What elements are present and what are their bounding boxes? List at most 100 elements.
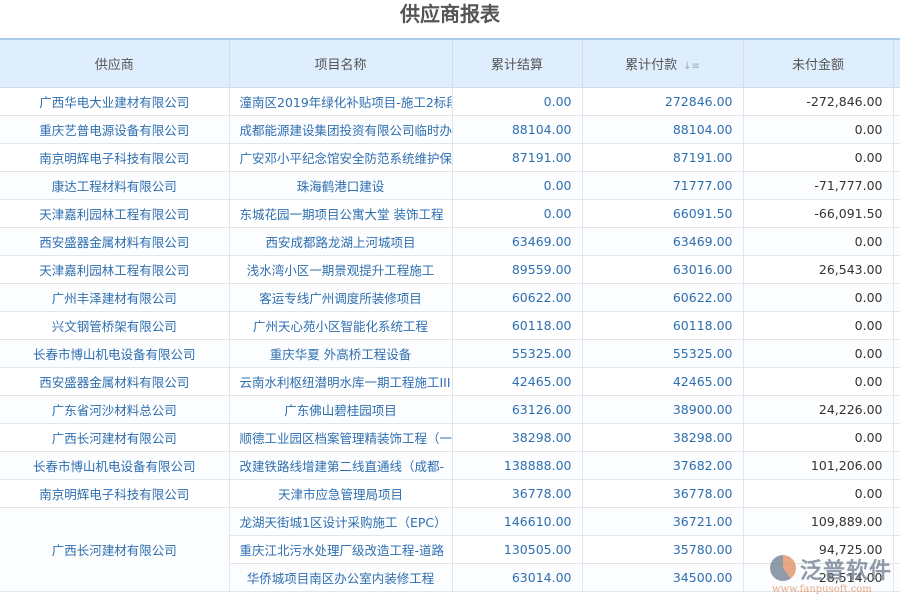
paid-cell: 63016.00 — [582, 256, 743, 284]
supplier-cell[interactable]: 兴文钢管桥架有限公司 — [0, 312, 229, 340]
table-row: 天津嘉利园林工程有限公司东城花园一期项目公寓大堂 装饰工程0.0066091.5… — [0, 200, 900, 228]
column-header-project[interactable]: 项目名称 — [229, 39, 452, 88]
table-header: 供应商 项目名称 累计结算 累计付款 ↓≡ 未付金额 — [0, 39, 900, 88]
project-cell[interactable]: 重庆江北污水处理厂级改造工程-道路 — [229, 536, 452, 564]
table-row: 康达工程材料有限公司珠海鹤港口建设0.0071777.00-71,777.00 — [0, 172, 900, 200]
table-row: 南京明辉电子科技有限公司天津市应急管理局项目36778.0036778.000.… — [0, 480, 900, 508]
paid-cell: 272846.00 — [582, 88, 743, 116]
supplier-cell[interactable]: 天津嘉利园林工程有限公司 — [0, 256, 229, 284]
settled-cell: 88104.00 — [452, 116, 582, 144]
unpaid-cell: 0.00 — [743, 424, 893, 452]
supplier-cell[interactable]: 长春市博山机电设备有限公司 — [0, 452, 229, 480]
extra-cell — [893, 88, 900, 116]
unpaid-cell: 28,514.00 — [743, 564, 893, 592]
project-cell[interactable]: 天津市应急管理局项目 — [229, 480, 452, 508]
project-cell[interactable]: 客运专线广州调度所装修项目 — [229, 284, 452, 312]
extra-cell — [893, 452, 900, 480]
sort-desc-icon[interactable]: ↓≡ — [683, 61, 700, 72]
unpaid-cell: 101,206.00 — [743, 452, 893, 480]
project-cell[interactable]: 顺德工业园区档案管理精装饰工程（一 — [229, 424, 452, 452]
project-cell[interactable]: 浅水湾小区一期景观提升工程施工 — [229, 256, 452, 284]
table-row: 广西长河建材有限公司龙湖天街城1区设计采购施工（EPC）146610.00367… — [0, 508, 900, 536]
supplier-cell[interactable]: 广州丰泽建材有限公司 — [0, 284, 229, 312]
supplier-cell[interactable]: 广西华电大业建材有限公司 — [0, 88, 229, 116]
supplier-cell[interactable]: 南京明辉电子科技有限公司 — [0, 480, 229, 508]
column-header-supplier[interactable]: 供应商 — [0, 39, 229, 88]
column-header-settled[interactable]: 累计结算 — [452, 39, 582, 88]
paid-cell: 37682.00 — [582, 452, 743, 480]
table-row: 长春市博山机电设备有限公司改建铁路线增建第二线直通线（成都-138888.003… — [0, 452, 900, 480]
paid-cell: 60118.00 — [582, 312, 743, 340]
project-cell[interactable]: 广东佛山碧桂园项目 — [229, 396, 452, 424]
unpaid-cell: 0.00 — [743, 284, 893, 312]
extra-cell — [893, 424, 900, 452]
project-cell[interactable]: 华侨城项目南区办公室内装修工程 — [229, 564, 452, 592]
supplier-cell[interactable]: 康达工程材料有限公司 — [0, 172, 229, 200]
unpaid-cell: 0.00 — [743, 368, 893, 396]
page-title: 供应商报表 — [0, 0, 900, 30]
project-cell[interactable]: 云南水利枢纽潜明水库一期工程施工III — [229, 368, 452, 396]
settled-cell: 0.00 — [452, 172, 582, 200]
extra-cell — [893, 396, 900, 424]
project-cell[interactable]: 珠海鹤港口建设 — [229, 172, 452, 200]
column-header-extra — [893, 39, 900, 88]
unpaid-cell: 94,725.00 — [743, 536, 893, 564]
paid-cell: 60622.00 — [582, 284, 743, 312]
settled-cell: 38298.00 — [452, 424, 582, 452]
extra-cell — [893, 340, 900, 368]
supplier-report-table: 供应商 项目名称 累计结算 累计付款 ↓≡ 未付金额 广西华电大业建材有限公司潼南… — [0, 38, 900, 592]
paid-cell: 88104.00 — [582, 116, 743, 144]
project-cell[interactable]: 改建铁路线增建第二线直通线（成都- — [229, 452, 452, 480]
column-header-paid[interactable]: 累计付款 ↓≡ — [582, 39, 743, 88]
table-row: 西安盛器金属材料有限公司西安成都路龙湖上河城项目63469.0063469.00… — [0, 228, 900, 256]
paid-cell: 34500.00 — [582, 564, 743, 592]
extra-cell — [893, 172, 900, 200]
unpaid-cell: 26,543.00 — [743, 256, 893, 284]
paid-cell: 38900.00 — [582, 396, 743, 424]
settled-cell: 63014.00 — [452, 564, 582, 592]
paid-cell: 87191.00 — [582, 144, 743, 172]
project-cell[interactable]: 广安邓小平纪念馆安全防范系统维护保 — [229, 144, 452, 172]
supplier-cell[interactable]: 广西长河建材有限公司 — [0, 424, 229, 452]
unpaid-cell: 0.00 — [743, 116, 893, 144]
settled-cell: 60622.00 — [452, 284, 582, 312]
supplier-cell[interactable]: 长春市博山机电设备有限公司 — [0, 340, 229, 368]
unpaid-cell: 0.00 — [743, 480, 893, 508]
project-cell[interactable]: 重庆华夏 外高桥工程设备 — [229, 340, 452, 368]
paid-cell: 42465.00 — [582, 368, 743, 396]
project-cell[interactable]: 东城花园一期项目公寓大堂 装饰工程 — [229, 200, 452, 228]
settled-cell: 42465.00 — [452, 368, 582, 396]
supplier-cell[interactable]: 广西长河建材有限公司 — [0, 508, 229, 592]
extra-cell — [893, 564, 900, 592]
table-row: 广东省河沙材料总公司广东佛山碧桂园项目63126.0038900.0024,22… — [0, 396, 900, 424]
paid-cell: 55325.00 — [582, 340, 743, 368]
extra-cell — [893, 256, 900, 284]
project-cell[interactable]: 潼南区2019年绿化补贴项目-施工2标段 — [229, 88, 452, 116]
project-cell[interactable]: 广州天心苑小区智能化系统工程 — [229, 312, 452, 340]
supplier-cell[interactable]: 广东省河沙材料总公司 — [0, 396, 229, 424]
column-header-unpaid[interactable]: 未付金额 — [743, 39, 893, 88]
extra-cell — [893, 480, 900, 508]
supplier-cell[interactable]: 南京明辉电子科技有限公司 — [0, 144, 229, 172]
table-row: 兴文钢管桥架有限公司广州天心苑小区智能化系统工程60118.0060118.00… — [0, 312, 900, 340]
supplier-cell[interactable]: 西安盛器金属材料有限公司 — [0, 228, 229, 256]
table-row: 天津嘉利园林工程有限公司浅水湾小区一期景观提升工程施工89559.0063016… — [0, 256, 900, 284]
settled-cell: 138888.00 — [452, 452, 582, 480]
project-cell[interactable]: 龙湖天街城1区设计采购施工（EPC） — [229, 508, 452, 536]
supplier-cell[interactable]: 天津嘉利园林工程有限公司 — [0, 200, 229, 228]
paid-cell: 63469.00 — [582, 228, 743, 256]
extra-cell — [893, 228, 900, 256]
supplier-cell[interactable]: 重庆艺普电源设备有限公司 — [0, 116, 229, 144]
table-row: 广西华电大业建材有限公司潼南区2019年绿化补贴项目-施工2标段0.002728… — [0, 88, 900, 116]
paid-cell: 36721.00 — [582, 508, 743, 536]
project-cell[interactable]: 成都能源建设集团投资有限公司临时办 — [229, 116, 452, 144]
settled-cell: 63126.00 — [452, 396, 582, 424]
settled-cell: 55325.00 — [452, 340, 582, 368]
paid-cell: 66091.50 — [582, 200, 743, 228]
table-row: 西安盛器金属材料有限公司云南水利枢纽潜明水库一期工程施工III42465.004… — [0, 368, 900, 396]
project-cell[interactable]: 西安成都路龙湖上河城项目 — [229, 228, 452, 256]
supplier-cell[interactable]: 西安盛器金属材料有限公司 — [0, 368, 229, 396]
settled-cell: 60118.00 — [452, 312, 582, 340]
extra-cell — [893, 144, 900, 172]
column-header-paid-label: 累计付款 — [625, 58, 677, 73]
